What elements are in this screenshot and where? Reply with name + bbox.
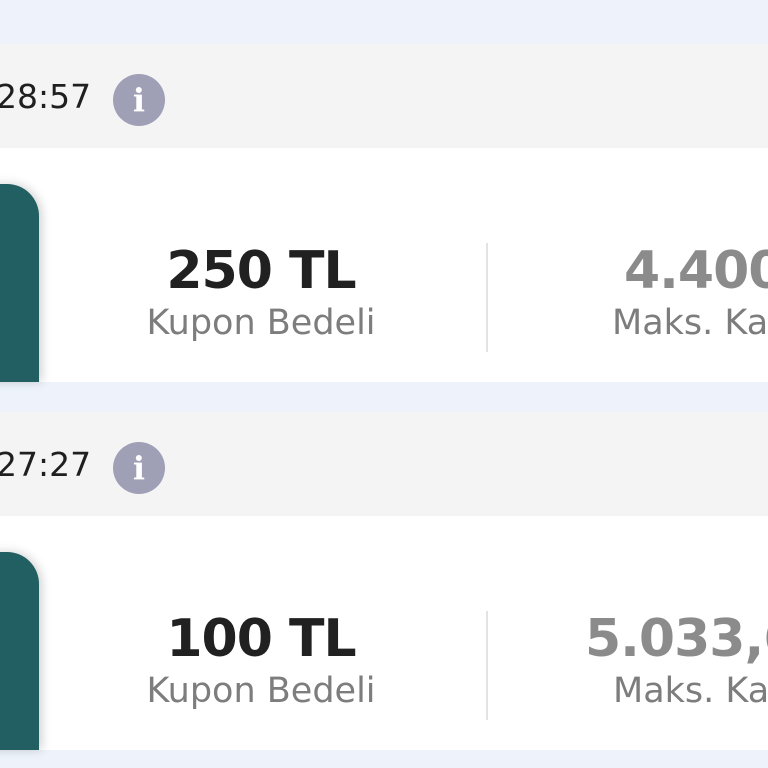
countdown-timer: 27:27 xyxy=(0,445,92,484)
max-gain-value: 5.033,6 xyxy=(585,609,768,669)
coupon-amount-block: 250 TL Kupon Bedeli xyxy=(132,240,390,344)
coupon-amount-label: Kupon Bedeli xyxy=(146,671,376,711)
divider xyxy=(486,243,488,352)
countdown-timer: 28:57 xyxy=(0,77,92,116)
coupon-amount: 250 TL xyxy=(166,241,356,301)
coupon-stub xyxy=(0,552,39,750)
coupon-header: 28:57 i xyxy=(0,44,768,148)
max-gain-block: 4.400 Maks. Ka xyxy=(612,240,768,344)
info-icon[interactable]: i xyxy=(113,74,165,126)
max-gain-label: Maks. Ka xyxy=(613,671,768,711)
info-icon[interactable]: i xyxy=(113,442,165,494)
coupon-body: 250 TL Kupon Bedeli 4.400 Maks. Ka xyxy=(0,148,768,382)
max-gain-label: Maks. Ka xyxy=(612,303,768,343)
coupon-card[interactable]: 27:27 i 100 TL Kupon Bedeli 5.033,6 Maks… xyxy=(0,412,768,750)
max-gain-value: 4.400 xyxy=(624,241,768,301)
coupon-stub xyxy=(0,184,39,382)
coupon-amount-label: Kupon Bedeli xyxy=(146,303,376,343)
coupon-header: 27:27 i xyxy=(0,412,768,516)
coupon-card[interactable]: 28:57 i 250 TL Kupon Bedeli 4.400 Maks. … xyxy=(0,44,768,382)
max-gain-block: 5.033,6 Maks. Ka xyxy=(585,608,768,712)
coupon-body: 100 TL Kupon Bedeli 5.033,6 Maks. Ka xyxy=(0,516,768,750)
coupon-amount-block: 100 TL Kupon Bedeli xyxy=(132,608,390,712)
divider xyxy=(486,611,488,720)
coupon-amount: 100 TL xyxy=(166,609,356,669)
coupon-list: 28:57 i 250 TL Kupon Bedeli 4.400 Maks. … xyxy=(0,0,768,768)
